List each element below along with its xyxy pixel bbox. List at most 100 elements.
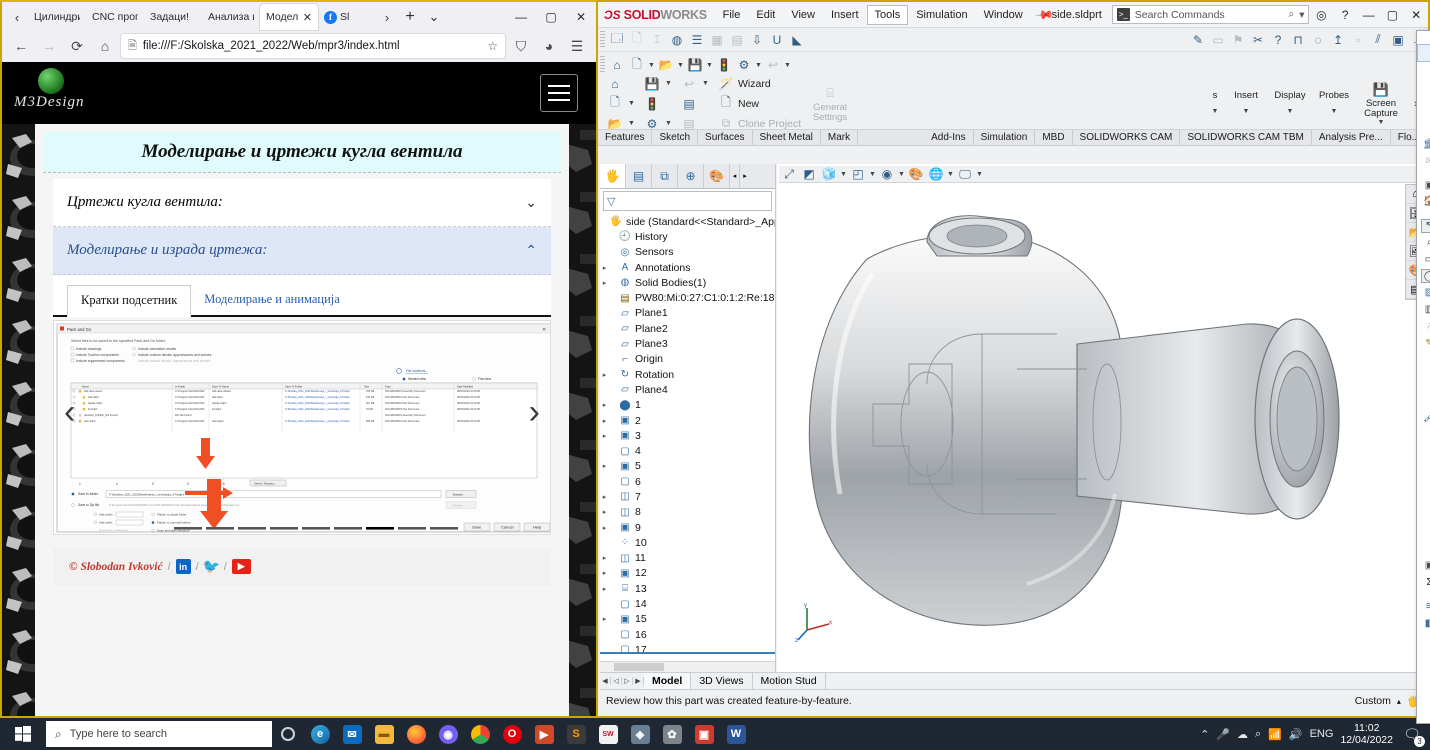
mic-icon[interactable]: 🎤 — [1216, 728, 1230, 741]
menu-item-defeature[interactable]: ▣Defeature... — [1417, 177, 1430, 194]
general-settings-button[interactable]: ⌸ General Settings — [804, 84, 856, 123]
undo-icon[interactable]: ↩ — [763, 56, 783, 75]
new-document-icon[interactable]: 🗋 — [605, 94, 625, 113]
chevron-down-icon[interactable]: ▼ — [1211, 108, 1220, 115]
viber-icon[interactable]: ◉ — [432, 718, 464, 750]
browser-tab-1[interactable]: CNC прог — [86, 4, 144, 30]
tab-solidworks-cam[interactable]: SOLIDWORKS CAM — [1073, 130, 1181, 145]
tab-scroll-left-button[interactable]: ‹ — [6, 4, 28, 30]
browser-tab-4-active[interactable]: Модел ✕ — [260, 4, 318, 30]
youtube-icon[interactable]: ▶ — [231, 559, 251, 574]
tolerance-icon[interactable]: ⊓ — [1288, 30, 1308, 49]
screen-capture-button[interactable]: 💾 Screen Capture ▼ — [1356, 80, 1406, 127]
configuration-manager-icon[interactable]: ⧉ — [652, 164, 678, 188]
cmd-s-button[interactable]: s ▼ — [1206, 91, 1224, 115]
wizard-icon[interactable]: 🪄 — [716, 74, 736, 93]
menu-item-magnified-selection[interactable]: ⌕Magnified Selection — [1417, 234, 1430, 251]
tree-item[interactable]: ▸ A Annotations — [600, 260, 775, 275]
paint3d-icon[interactable]: ✿ — [656, 718, 688, 750]
menu-item-sketch-tools[interactable]: Sketch Tools▶ — [1417, 450, 1430, 467]
menu-item-sketch-settings[interactable]: Sketch Settings▶ — [1417, 467, 1430, 484]
zoom-to-fit-icon[interactable]: ⤢ — [779, 165, 799, 184]
wizard-label[interactable]: Wizard — [738, 78, 771, 90]
tree-item[interactable]: ▸ ▣ 15 — [600, 612, 775, 627]
view-heads-up-toolbar[interactable]: ⤢ ◩ 🧊 ▼ ◰ ▼ ◉ ▼ 🎨 🌐 ▼ 🖵 ▼ — [779, 166, 1426, 183]
firefox-window[interactable]: ‹ Цилиндри CNC прог Задаци! Анализа в Мо… — [0, 0, 598, 718]
rebuild-icon[interactable]: 🚦 — [642, 94, 662, 113]
units-label[interactable]: Custom — [1355, 695, 1391, 707]
accordion-item-modeling[interactable]: Моделирање и израда цртежа: ⌃ — [53, 227, 551, 275]
chevron-down-icon[interactable]: ▾ — [1299, 9, 1304, 21]
feature-tree[interactable]: 🖐 side (Standard<<Standard>_Appearan 🕘Hi… — [600, 214, 775, 652]
menu-item-equations[interactable]: ΣEquations... — [1417, 574, 1430, 591]
chrome-icon[interactable] — [464, 718, 496, 750]
feature-tree-filter-input[interactable]: ▽ — [603, 191, 772, 211]
browser-tab-2[interactable]: Задаци! — [144, 4, 202, 30]
solidworks2-icon[interactable]: ◈ — [624, 718, 656, 750]
open-icon[interactable]: 📂 — [605, 114, 625, 133]
tree-tabs-scroll-right[interactable]: ▸ — [740, 164, 750, 188]
flag-icon[interactable]: ⚑ — [1228, 30, 1248, 49]
menu-item-box-selection[interactable]: ▭Box Selection — [1417, 251, 1430, 268]
tree-expander[interactable]: ▸ — [600, 279, 609, 287]
menu-item-symmetry-check[interactable]: ◧Symmetry Check... — [1417, 615, 1430, 632]
tree-item[interactable]: ⌐ Origin — [600, 352, 775, 367]
menu-item-toolbox[interactable]: Toolbox▶ — [1417, 79, 1430, 96]
windows-taskbar[interactable]: ⌕ Type here to search e ✉ ▬ ◉ O ▶ S SW ◈… — [0, 718, 1430, 750]
scrollbar-thumb[interactable] — [614, 663, 664, 671]
tree-item[interactable]: ▸ ◫ 7 — [600, 489, 775, 504]
tree-item[interactable]: ▸ ▣ 5 — [600, 459, 775, 474]
reload-icon[interactable]: ⟳ — [64, 33, 90, 59]
move-icon[interactable]: ↥ — [1328, 30, 1348, 49]
tree-item[interactable]: ▱ Plane1 — [600, 306, 775, 321]
doctab-model[interactable]: Model — [644, 673, 692, 689]
close-icon[interactable]: ✕ — [303, 11, 312, 24]
feature-tree-icon[interactable]: 🖐 — [600, 164, 626, 188]
bluetooth-icon[interactable]: ⌕ — [1255, 728, 1261, 741]
tree-item[interactable]: ▱ Plane2 — [600, 321, 775, 336]
chevron-down-icon[interactable]: ▼ — [664, 120, 673, 127]
menu-simulation[interactable]: Simulation — [908, 5, 975, 25]
pin-icon[interactable]: 📌 — [1034, 4, 1054, 24]
minimize-button[interactable]: — — [1357, 4, 1381, 26]
shield-icon[interactable]: ⛉ — [508, 33, 534, 59]
menu-view[interactable]: View — [783, 5, 823, 25]
tree-expander[interactable]: ▸ — [600, 462, 609, 470]
view-settings-icon[interactable]: 🌐 — [926, 165, 946, 184]
feature-manager-tabs[interactable]: 🖐 ▤ ⧉ ⊕ 🎨 ◂ ▸ — [600, 164, 775, 189]
tab-analysis-prep[interactable]: Analysis Pre... — [1312, 130, 1391, 145]
display-style-icon[interactable]: ◰ — [848, 165, 868, 184]
toolbar-grip[interactable] — [600, 30, 605, 49]
menu-scroll-up-button[interactable]: ▴ — [1417, 33, 1430, 44]
browser-tab-3[interactable]: Анализа в — [202, 4, 260, 30]
tree-expander[interactable]: ▸ — [600, 401, 609, 409]
doctab-last-button[interactable]: ▶ — [633, 677, 644, 685]
display-button[interactable]: Display ▼ — [1268, 91, 1312, 115]
back-icon[interactable]: ← — [8, 33, 34, 59]
measure-icon[interactable]: ✂ — [1248, 30, 1268, 49]
tree-expander[interactable]: ▸ — [600, 554, 609, 562]
opera-icon[interactable]: O — [496, 718, 528, 750]
hide-icon[interactable]: ▫ — [1348, 30, 1368, 49]
chevron-down-icon[interactable]: ▼ — [1242, 108, 1251, 115]
tree-item[interactable]: ▢ 6 — [600, 474, 775, 489]
menu-edit[interactable]: Edit — [748, 5, 783, 25]
property-manager-icon[interactable]: ▤ — [626, 164, 652, 188]
toolbar-grip[interactable] — [600, 56, 605, 74]
units-caret-icon[interactable]: ▴ — [1397, 697, 1401, 706]
tree-item[interactable]: ▸ ▣ 9 — [600, 520, 775, 535]
search-commands-input[interactable]: >_ Search Commands ⌕ ▾ — [1111, 5, 1310, 24]
import-icon[interactable]: ⇩ — [747, 30, 767, 49]
solidworks-window[interactable]: ƆS SOLID WORKS File Edit View Insert Too… — [596, 0, 1430, 725]
menu-item-mbd-dimension[interactable]: MBD Dimension▶ — [1417, 639, 1430, 656]
solidworks-toolbar-row1[interactable]: 🗔 🗋 ⌶ ◍ ☰ ▦ ▤ ⇩ U ◣ ✎ ▭ ⚑ ✂ ? ⊓ ◌ ↥ ▫ ⫽ … — [598, 28, 1428, 52]
tree-item[interactable]: ⁘ 10 — [600, 535, 775, 550]
chevron-down-icon[interactable]: ▼ — [676, 62, 685, 69]
menu-item-solidworks-cam[interactable]: SOLIDWORKS CAM▶ — [1417, 112, 1430, 129]
tree-item[interactable]: ▸ ↻ Rotation — [600, 367, 775, 382]
tree-item[interactable]: ▱ Plane4 — [600, 382, 775, 397]
weldment-icon[interactable]: ⌶ — [647, 30, 667, 49]
volume-icon[interactable]: 🔊 — [1289, 728, 1303, 741]
browser-tab-5[interactable]: f Sl — [318, 4, 376, 30]
save-icon[interactable]: 💾 — [685, 56, 705, 75]
